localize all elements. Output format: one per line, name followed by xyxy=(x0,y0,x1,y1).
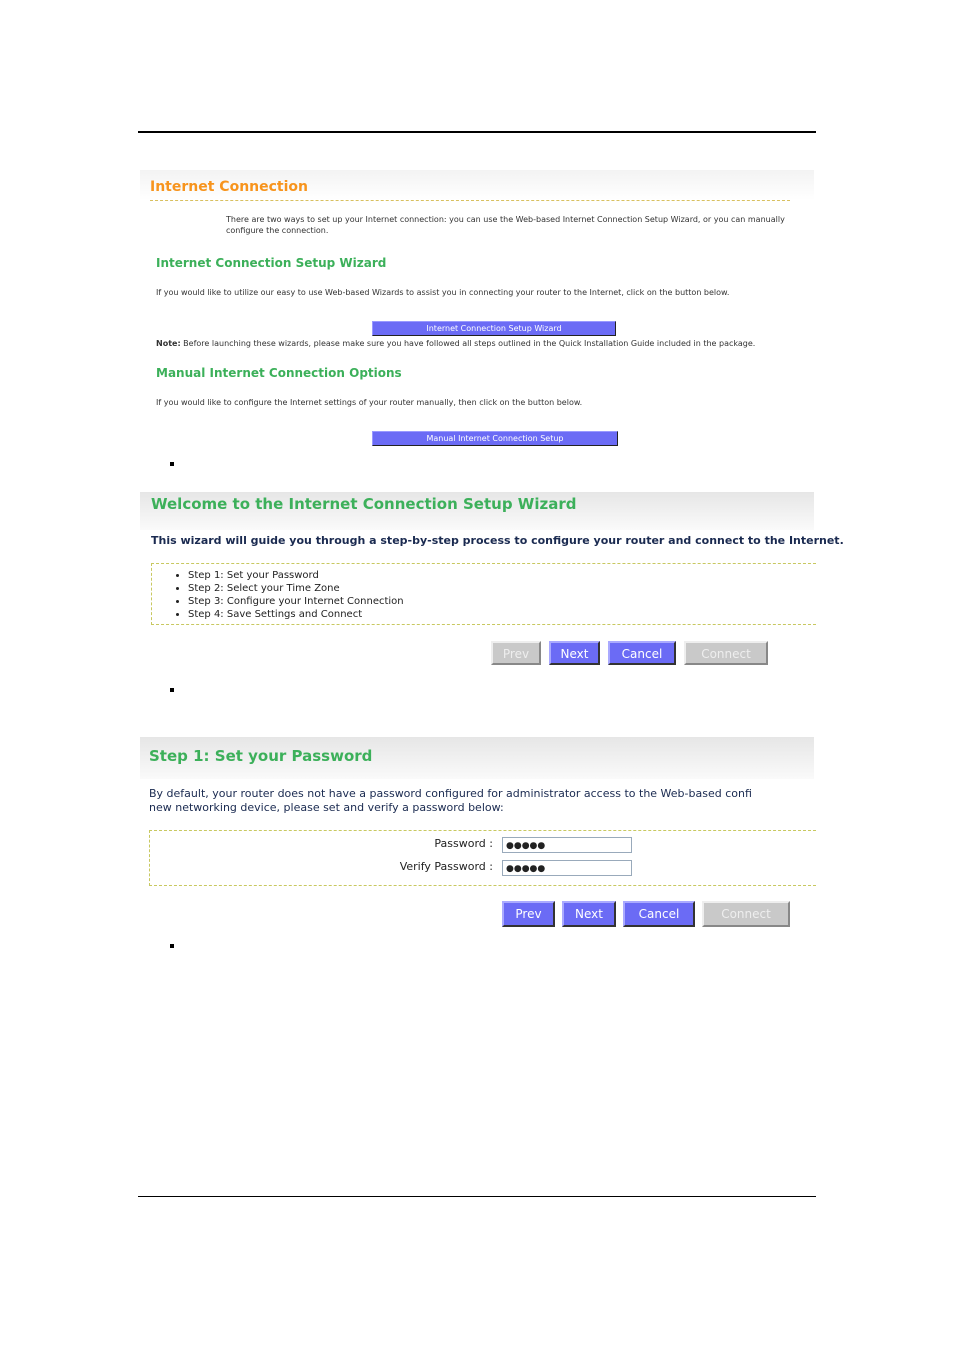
manual-internet-connection-setup-button[interactable]: Manual Internet Connection Setup xyxy=(372,431,618,446)
prev-button[interactable]: Prev xyxy=(491,641,541,665)
next-button[interactable]: Next xyxy=(562,901,616,927)
step1-title: Step 1: Set your Password xyxy=(149,747,373,765)
step-item: Step 3: Configure your Internet Connecti… xyxy=(188,595,404,608)
welcome-intro: This wizard will guide you through a ste… xyxy=(151,534,844,547)
steps-list: Step 1: Set your Password Step 2: Select… xyxy=(188,569,404,621)
connect-button[interactable]: Connect xyxy=(684,641,768,665)
next-button[interactable]: Next xyxy=(549,641,600,665)
password-label: Password : xyxy=(434,837,493,850)
note-label: Note: xyxy=(156,339,181,348)
wizard-text: If you would like to utilize our easy to… xyxy=(156,288,730,297)
wizard-heading: Internet Connection Setup Wizard xyxy=(156,256,387,270)
internet-connection-title: Internet Connection xyxy=(150,179,308,195)
internet-connection-setup-wizard-button[interactable]: Internet Connection Setup Wizard xyxy=(372,321,616,336)
step1-intro: By default, your router does not have a … xyxy=(149,787,814,815)
document-page: Internet Connection There are two ways t… xyxy=(0,0,954,1350)
connect-button[interactable]: Connect xyxy=(702,901,790,927)
verify-password-input[interactable]: ●●●●● xyxy=(502,860,632,876)
bullet-marker xyxy=(170,688,174,692)
note-text: Before launching these wizards, please m… xyxy=(180,339,756,348)
manual-text: If you would like to configure the Inter… xyxy=(156,398,583,407)
footer-rule xyxy=(138,1196,816,1197)
manual-heading: Manual Internet Connection Options xyxy=(156,366,402,380)
step-item: Step 1: Set your Password xyxy=(188,569,404,582)
bullet-marker xyxy=(170,944,174,948)
intro-text: There are two ways to set up your Intern… xyxy=(226,215,785,235)
note: Note: Before launching these wizards, pl… xyxy=(156,339,755,348)
bullet-marker xyxy=(170,462,174,466)
step1-intro-line2: new networking device, please set and ve… xyxy=(149,801,504,814)
step-item: Step 4: Save Settings and Connect xyxy=(188,608,404,621)
cancel-button[interactable]: Cancel xyxy=(623,901,695,927)
prev-button[interactable]: Prev xyxy=(502,901,555,927)
header-rule xyxy=(138,131,816,133)
step1-intro-line1: By default, your router does not have a … xyxy=(149,787,752,800)
password-input[interactable]: ●●●●● xyxy=(502,837,632,853)
title-divider xyxy=(150,200,790,201)
cancel-button[interactable]: Cancel xyxy=(608,641,676,665)
steps-box: Step 1: Set your Password Step 2: Select… xyxy=(151,563,816,625)
welcome-title: Welcome to the Internet Connection Setup… xyxy=(151,495,577,513)
step-item: Step 2: Select your Time Zone xyxy=(188,582,404,595)
verify-password-label: Verify Password : xyxy=(399,860,493,873)
